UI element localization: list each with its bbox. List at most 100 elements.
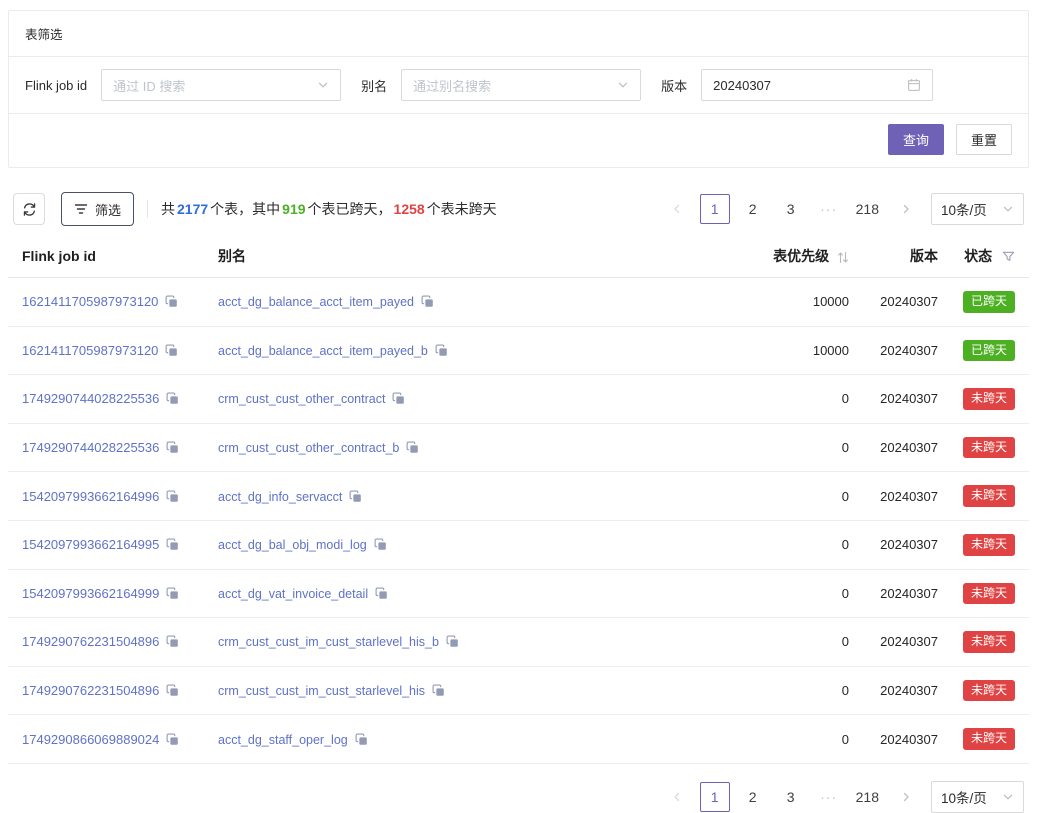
page: 表筛选 Flink job id 通过 ID 搜索 别名 通过别名搜索 版本	[0, 0, 1037, 813]
version-cell: 20240307	[863, 423, 938, 472]
status-badge: 已跨天	[963, 340, 1015, 362]
priority-cell: 0	[648, 666, 863, 715]
copy-icon[interactable]	[374, 538, 387, 551]
job-id-link[interactable]: 1749290866069889024	[22, 732, 159, 747]
col-priority[interactable]: 表优先级	[648, 238, 863, 278]
alias-select[interactable]: 通过别名搜索	[401, 69, 641, 101]
sort-icon[interactable]	[837, 251, 849, 264]
alias-link[interactable]: acct_dg_balance_acct_item_payed	[218, 295, 414, 309]
pagination-next-button[interactable]	[891, 782, 921, 812]
job-id-link[interactable]: 1749290744028225536	[22, 391, 159, 406]
alias-label: 别名	[361, 76, 387, 95]
copy-icon[interactable]	[165, 295, 178, 308]
job-id-link[interactable]: 1542097993662164995	[22, 537, 159, 552]
filter-fields-row: Flink job id 通过 ID 搜索 别名 通过别名搜索 版本 20240…	[9, 57, 1028, 114]
table-row: 1621411705987973120 acct_dg_balance_acct_…	[8, 326, 1029, 375]
priority-cell: 0	[648, 715, 863, 764]
pagination-page-2[interactable]: 2	[738, 194, 768, 224]
refresh-icon	[22, 202, 37, 217]
pagination-page-218[interactable]: 218	[852, 782, 883, 812]
copy-icon[interactable]	[349, 490, 362, 503]
summary-text: 共2177个表，其中919个表已跨天，1258个表未跨天	[161, 199, 497, 219]
pagination-page-2[interactable]: 2	[738, 782, 768, 812]
job-id-link[interactable]: 1749290762231504896	[22, 634, 159, 649]
page-size-label: 10条/页	[941, 787, 987, 807]
reset-button[interactable]: 重置	[956, 124, 1012, 155]
version-cell: 20240307	[863, 618, 938, 667]
summary-suffix: 个表未跨天	[427, 201, 497, 217]
col-status-label: 状态	[964, 248, 992, 264]
summary-prefix: 共	[161, 201, 175, 217]
copy-icon[interactable]	[375, 587, 388, 600]
pagination-page-1[interactable]: 1	[700, 194, 730, 224]
status-badge: 未跨天	[963, 485, 1015, 507]
pagination: 123 ··· 218	[654, 194, 921, 224]
table-row: 1749290744028225536 crm_cust_cust_other_c…	[8, 375, 1029, 424]
alias-link[interactable]: crm_cust_cust_im_cust_starlevel_his_b	[218, 635, 439, 649]
priority-cell: 0	[648, 375, 863, 424]
page-size-select[interactable]: 10条/页	[931, 193, 1024, 225]
copy-icon[interactable]	[166, 684, 179, 697]
toolbar-divider	[147, 200, 148, 218]
priority-cell: 0	[648, 569, 863, 618]
alias-link[interactable]: acct_dg_staff_oper_log	[218, 733, 348, 747]
copy-icon[interactable]	[421, 295, 434, 308]
alias-link[interactable]: crm_cust_cust_im_cust_starlevel_his	[218, 684, 425, 698]
copy-icon[interactable]	[355, 733, 368, 746]
page-size-select[interactable]: 10条/页	[931, 781, 1024, 813]
copy-icon[interactable]	[446, 635, 459, 648]
status-badge: 未跨天	[963, 437, 1015, 459]
copy-icon[interactable]	[166, 587, 179, 600]
pagination-prev-button[interactable]	[662, 194, 692, 224]
alias-link[interactable]: crm_cust_cust_other_contract	[218, 392, 385, 406]
job-id-link[interactable]: 1542097993662164996	[22, 489, 159, 504]
job-id-link[interactable]: 1621411705987973120	[22, 294, 158, 309]
pagination-jump-ellipsis[interactable]: ···	[814, 782, 844, 812]
copy-icon[interactable]	[166, 490, 179, 503]
table-row: 1542097993662164999 acct_dg_vat_invoice_d…	[8, 569, 1029, 618]
priority-cell: 10000	[648, 278, 863, 327]
alias-link[interactable]: acct_dg_vat_invoice_detail	[218, 587, 368, 601]
table-row: 1749290866069889024 acct_dg_staff_oper_lo…	[8, 715, 1029, 764]
version-date-input[interactable]: 20240307	[701, 69, 933, 101]
copy-icon[interactable]	[392, 392, 405, 405]
job-id-link[interactable]: 1749290744028225536	[22, 440, 159, 455]
version-cell: 20240307	[863, 666, 938, 715]
refresh-button[interactable]	[13, 193, 45, 225]
alias-link[interactable]: acct_dg_info_servacct	[218, 490, 342, 504]
copy-icon[interactable]	[166, 538, 179, 551]
copy-icon[interactable]	[165, 344, 178, 357]
pagination-next-button[interactable]	[891, 194, 921, 224]
alias-link[interactable]: acct_dg_bal_obj_modi_log	[218, 538, 367, 552]
copy-icon[interactable]	[166, 441, 179, 454]
alias-link[interactable]: crm_cust_cust_other_contract_b	[218, 441, 399, 455]
filter-toggle-button[interactable]: 筛选	[61, 192, 134, 226]
pagination-page-218[interactable]: 218	[852, 194, 883, 224]
version-field: 版本 20240307	[661, 69, 933, 101]
col-status[interactable]: 状态	[938, 238, 1029, 278]
query-button[interactable]: 查询	[888, 124, 944, 155]
pagination-prev-button[interactable]	[662, 782, 692, 812]
copy-icon[interactable]	[166, 392, 179, 405]
alias-link[interactable]: acct_dg_balance_acct_item_payed_b	[218, 344, 428, 358]
job-id-link[interactable]: 1749290762231504896	[22, 683, 159, 698]
version-cell: 20240307	[863, 715, 938, 764]
funnel-filter-icon[interactable]	[1002, 250, 1015, 263]
copy-icon[interactable]	[166, 635, 179, 648]
pagination-page-3[interactable]: 3	[776, 194, 806, 224]
job-id-link[interactable]: 1621411705987973120	[22, 343, 158, 358]
copy-icon[interactable]	[432, 684, 445, 697]
pagination-page-3[interactable]: 3	[776, 782, 806, 812]
col-priority-label: 表优先级	[773, 248, 829, 264]
pagination-jump-ellipsis[interactable]: ···	[814, 194, 844, 224]
job-id-link[interactable]: 1542097993662164999	[22, 586, 159, 601]
table-row: 1542097993662164995 acct_dg_bal_obj_modi_…	[8, 520, 1029, 569]
copy-icon[interactable]	[406, 441, 419, 454]
version-value: 20240307	[713, 78, 771, 93]
table-row: 1749290762231504896 crm_cust_cust_im_cust…	[8, 618, 1029, 667]
pagination-page-1[interactable]: 1	[700, 782, 730, 812]
copy-icon[interactable]	[166, 733, 179, 746]
job-id-select[interactable]: 通过 ID 搜索	[101, 69, 341, 101]
alias-placeholder: 通过别名搜索	[413, 76, 491, 95]
copy-icon[interactable]	[435, 344, 448, 357]
